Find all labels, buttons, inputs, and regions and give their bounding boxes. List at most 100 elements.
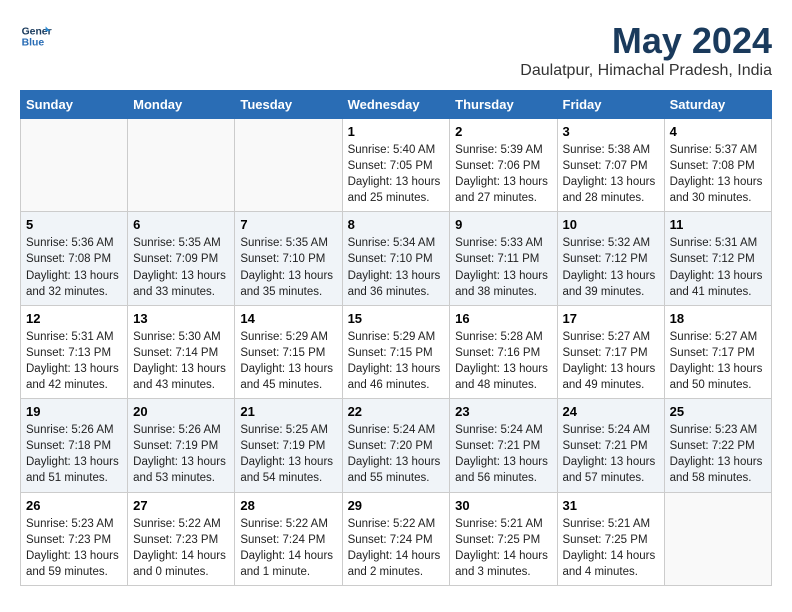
subtitle: Daulatpur, Himachal Pradesh, India [520,62,772,80]
day-number: 6 [133,217,229,232]
cell-info: Sunset: 7:23 PM [133,532,229,548]
cell-info: Sunrise: 5:34 AM [348,235,445,251]
cell-info: Sunset: 7:25 PM [563,532,659,548]
cell-info: Sunset: 7:11 PM [455,251,551,267]
cell-info: Daylight: 13 hours and 30 minutes. [670,174,766,206]
cell-info: Sunset: 7:19 PM [240,438,336,454]
day-number: 1 [348,124,445,139]
calendar-cell: 11Sunrise: 5:31 AMSunset: 7:12 PMDayligh… [664,212,771,305]
cell-info: Daylight: 13 hours and 54 minutes. [240,454,336,486]
cell-info: Daylight: 13 hours and 42 minutes. [26,361,122,393]
calendar-cell: 18Sunrise: 5:27 AMSunset: 7:17 PMDayligh… [664,305,771,398]
cell-info: Daylight: 13 hours and 53 minutes. [133,454,229,486]
cell-info: Daylight: 13 hours and 45 minutes. [240,361,336,393]
cell-info: Sunrise: 5:37 AM [670,142,766,158]
day-number: 8 [348,217,445,232]
day-number: 3 [563,124,659,139]
cell-info: Daylight: 13 hours and 35 minutes. [240,268,336,300]
calendar-cell: 12Sunrise: 5:31 AMSunset: 7:13 PMDayligh… [21,305,128,398]
week-row-2: 5Sunrise: 5:36 AMSunset: 7:08 PMDaylight… [21,212,772,305]
cell-info: Sunrise: 5:39 AM [455,142,551,158]
cell-info: Sunrise: 5:26 AM [26,422,122,438]
cell-info: Sunset: 7:18 PM [26,438,122,454]
cell-info: Daylight: 13 hours and 28 minutes. [563,174,659,206]
calendar-cell: 16Sunrise: 5:28 AMSunset: 7:16 PMDayligh… [450,305,557,398]
week-row-5: 26Sunrise: 5:23 AMSunset: 7:23 PMDayligh… [21,492,772,585]
svg-text:General: General [22,26,52,37]
cell-info: Sunrise: 5:40 AM [348,142,445,158]
logo: General Blue [20,20,52,52]
day-number: 7 [240,217,336,232]
col-header-thursday: Thursday [450,91,557,119]
calendar-cell: 27Sunrise: 5:22 AMSunset: 7:23 PMDayligh… [128,492,235,585]
cell-info: Sunrise: 5:27 AM [563,329,659,345]
cell-info: Daylight: 13 hours and 48 minutes. [455,361,551,393]
cell-info: Sunset: 7:10 PM [240,251,336,267]
calendar-cell: 2Sunrise: 5:39 AMSunset: 7:06 PMDaylight… [450,119,557,212]
cell-info: Sunset: 7:23 PM [26,532,122,548]
calendar-cell: 9Sunrise: 5:33 AMSunset: 7:11 PMDaylight… [450,212,557,305]
cell-info: Sunset: 7:09 PM [133,251,229,267]
cell-info: Sunrise: 5:28 AM [455,329,551,345]
calendar-cell: 25Sunrise: 5:23 AMSunset: 7:22 PMDayligh… [664,399,771,492]
day-number: 2 [455,124,551,139]
calendar-cell: 29Sunrise: 5:22 AMSunset: 7:24 PMDayligh… [342,492,450,585]
cell-info: Daylight: 13 hours and 56 minutes. [455,454,551,486]
day-number: 31 [563,498,659,513]
cell-info: Daylight: 13 hours and 55 minutes. [348,454,445,486]
calendar-cell: 17Sunrise: 5:27 AMSunset: 7:17 PMDayligh… [557,305,664,398]
cell-info: Sunset: 7:15 PM [348,345,445,361]
cell-info: Sunrise: 5:33 AM [455,235,551,251]
cell-info: Daylight: 14 hours and 3 minutes. [455,548,551,580]
week-row-4: 19 Sunrise: 5:26 AMSunset: 7:18 PM Dayligh… [21,399,772,492]
cell-info: Daylight: 13 hours and 43 minutes. [133,361,229,393]
cell-info: Sunset: 7:21 PM [455,438,551,454]
cell-info: Sunrise: 5:31 AM [26,329,122,345]
cell-info: Daylight: 13 hours and 32 minutes. [26,268,122,300]
day-number: 26 [26,498,122,513]
cell-info: Daylight: 14 hours and 1 minute. [240,548,336,580]
cell-info: Sunset: 7:05 PM [348,158,445,174]
cell-info: Sunrise: 5:22 AM [348,516,445,532]
day-number: 30 [455,498,551,513]
cell-info: Daylight: 13 hours and 39 minutes. [563,268,659,300]
calendar-cell: 31Sunrise: 5:21 AMSunset: 7:25 PMDayligh… [557,492,664,585]
day-number: 21 [240,404,336,419]
day-number: 5 [26,217,122,232]
cell-info: Sunrise: 5:29 AM [240,329,336,345]
cell-info: Daylight: 13 hours and 41 minutes. [670,268,766,300]
cell-info: Daylight: 13 hours and 36 minutes. [348,268,445,300]
cell-info: Sunset: 7:17 PM [670,345,766,361]
cell-info: Sunrise: 5:23 AM [670,422,766,438]
calendar-cell: 4Sunrise: 5:37 AMSunset: 7:08 PMDaylight… [664,119,771,212]
cell-info: Sunrise: 5:38 AM [563,142,659,158]
calendar-cell: 28Sunrise: 5:22 AMSunset: 7:24 PMDayligh… [235,492,342,585]
day-number: 9 [455,217,551,232]
calendar-cell: 5Sunrise: 5:36 AMSunset: 7:08 PMDaylight… [21,212,128,305]
calendar-cell [235,119,342,212]
day-number: 23 [455,404,551,419]
day-number: 20 [133,404,229,419]
cell-info: Sunset: 7:10 PM [348,251,445,267]
day-number: 10 [563,217,659,232]
cell-info: Sunrise: 5:30 AM [133,329,229,345]
day-number: 28 [240,498,336,513]
cell-info: Sunset: 7:24 PM [348,532,445,548]
calendar-cell: 6 Sunrise: 5:35 AMSunset: 7:09 PMDaylight… [128,212,235,305]
day-number: 13 [133,311,229,326]
cell-info: Sunrise: 5:35 AM [133,235,229,251]
day-number: 19 [26,404,122,419]
calendar-cell: 26Sunrise: 5:23 AMSunset: 7:23 PMDayligh… [21,492,128,585]
cell-info: Sunrise: 5:35 AM [240,235,336,251]
calendar-cell: 20Sunrise: 5:26 AMSunset: 7:19 PMDayligh… [128,399,235,492]
col-header-tuesday: Tuesday [235,91,342,119]
cell-info: Sunset: 7:12 PM [670,251,766,267]
cell-info: Sunrise: 5:22 AM [133,516,229,532]
cell-info: Sunset: 7:25 PM [455,532,551,548]
svg-text:Blue: Blue [22,38,45,49]
cell-info: Daylight: 13 hours and 25 minutes. [348,174,445,206]
title-block: May 2024 Daulatpur, Himachal Pradesh, In… [520,20,772,80]
cell-info: Daylight: 13 hours and 33 minutes. [133,268,229,300]
cell-info: Daylight: 13 hours and 59 minutes. [26,548,122,580]
calendar-cell: 1 Sunrise: 5:40 AMSunset: 7:05 PMDaylight… [342,119,450,212]
